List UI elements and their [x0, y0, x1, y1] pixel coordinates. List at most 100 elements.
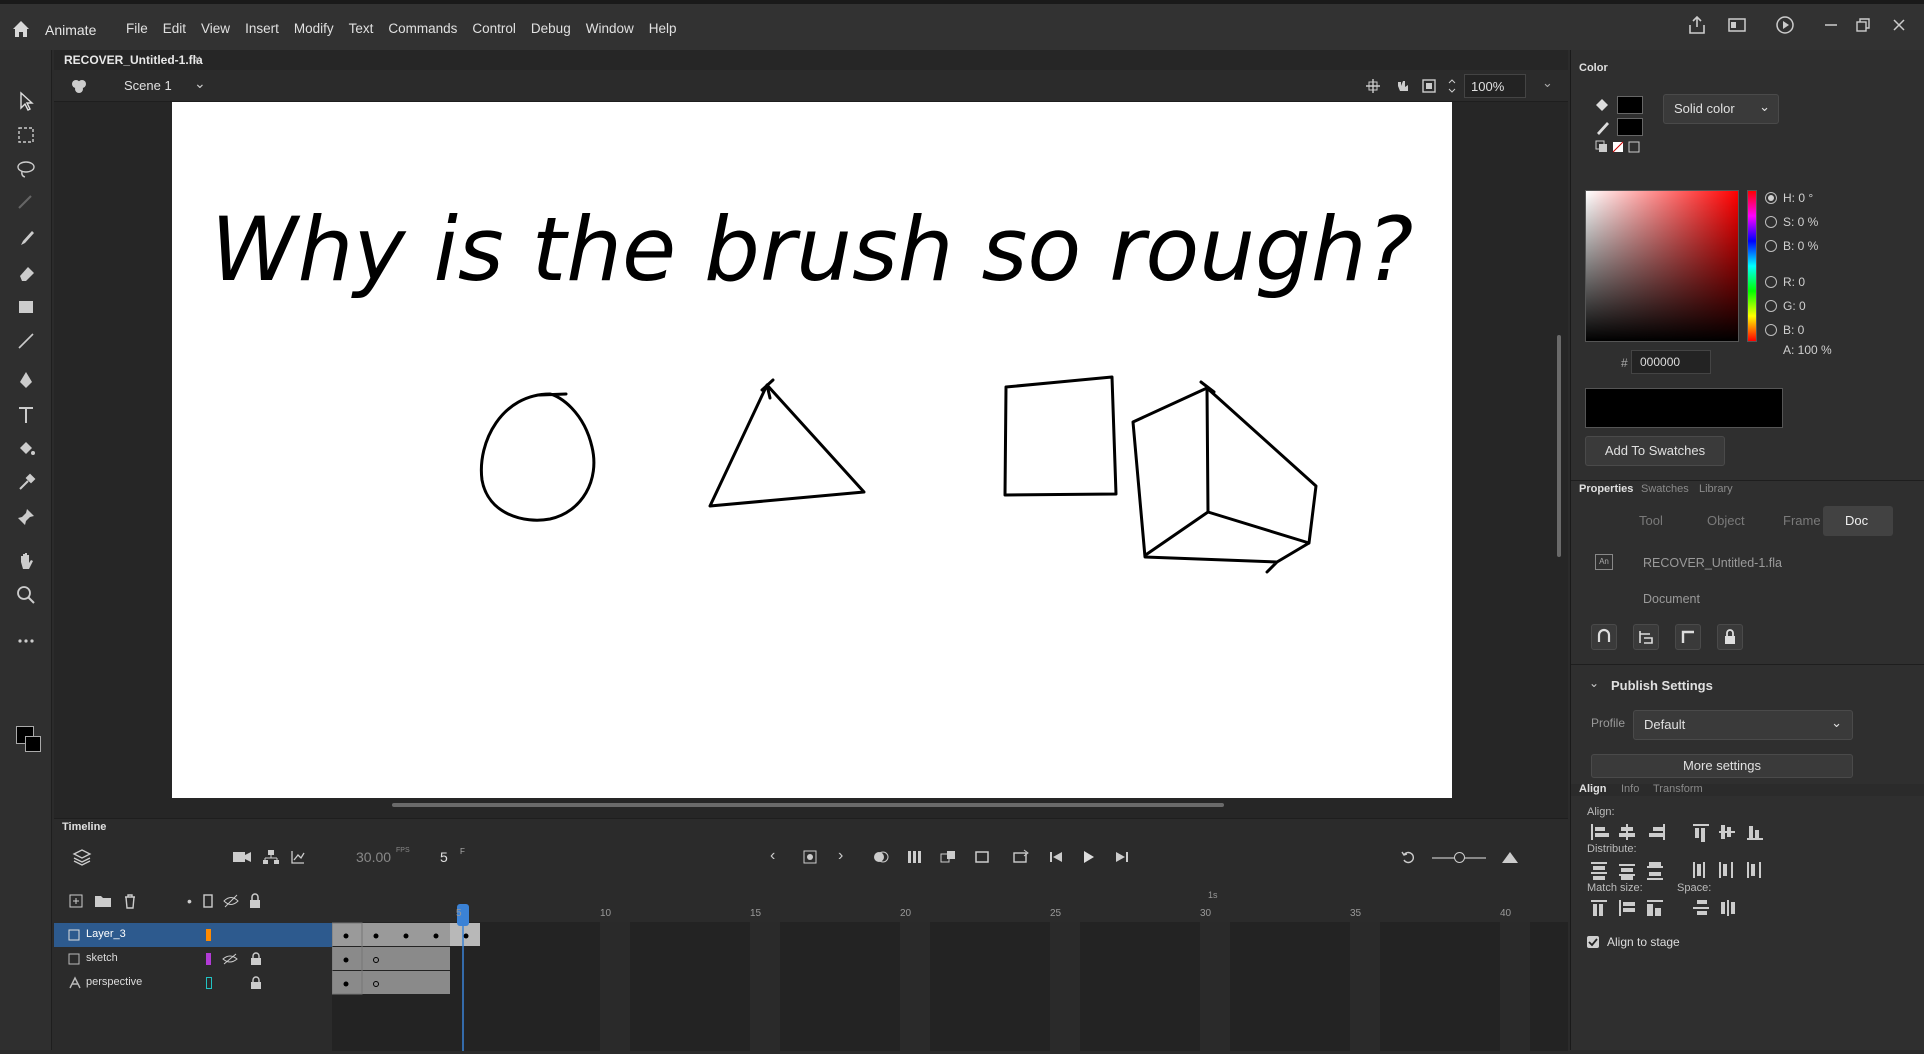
minimize-icon[interactable]: [1820, 14, 1842, 36]
menu-commands[interactable]: Commands: [388, 21, 457, 36]
subtab-frame[interactable]: Frame: [1783, 513, 1821, 528]
fill-type-dropdown[interactable]: Solid color ⌄: [1663, 94, 1779, 124]
eyedropper-tool-icon[interactable]: [13, 470, 39, 496]
paint-bucket-tool-icon[interactable]: [13, 436, 39, 462]
layer-row[interactable]: sketch: [54, 947, 332, 971]
close-icon[interactable]: [1888, 14, 1910, 36]
panel-layout-icon[interactable]: [1726, 14, 1748, 36]
play-icon[interactable]: [1080, 849, 1096, 865]
align-buttons-icon[interactable]: [1589, 822, 1789, 842]
match-size-space-buttons-icon[interactable]: [1589, 898, 1789, 918]
menu-window[interactable]: Window: [586, 21, 634, 36]
publish-settings-heading[interactable]: Publish Settings: [1611, 678, 1713, 693]
camera-icon[interactable]: [232, 849, 252, 865]
layer-row[interactable]: perspective: [54, 971, 332, 995]
color-picker-field[interactable]: [1585, 190, 1739, 342]
new-layer-icon[interactable]: [68, 893, 84, 909]
tab-info[interactable]: Info: [1621, 783, 1639, 795]
tab-transform[interactable]: Transform: [1653, 783, 1703, 795]
insert-blank-keyframe-icon[interactable]: [974, 849, 990, 865]
menu-view[interactable]: View: [201, 21, 230, 36]
pin-tool-icon[interactable]: [13, 504, 39, 530]
lock-icon[interactable]: [250, 952, 262, 966]
zoom-stepper-icon[interactable]: [1446, 75, 1458, 97]
layers-icon[interactable]: [72, 847, 92, 867]
lasso-tool-icon[interactable]: [13, 156, 39, 182]
layer-outline-marker[interactable]: [206, 977, 212, 989]
zoom-dropdown-icon[interactable]: ⌄: [1542, 75, 1553, 91]
line-tool-icon[interactable]: [13, 328, 39, 354]
blue-value[interactable]: B: 0: [1783, 323, 1804, 337]
rectangle-tool-icon[interactable]: [13, 294, 39, 320]
edit-symbols-icon[interactable]: [68, 75, 90, 97]
step-back-icon[interactable]: [1048, 849, 1064, 865]
menu-debug[interactable]: Debug: [531, 21, 571, 36]
stage-horizontal-scrollbar[interactable]: [392, 803, 1224, 807]
onion-skin-icon[interactable]: [872, 849, 890, 865]
share-icon[interactable]: [1686, 14, 1708, 36]
fill-color-chip[interactable]: [1617, 96, 1643, 114]
saturation-value[interactable]: S: 0 %: [1783, 215, 1818, 229]
red-radio[interactable]: [1765, 276, 1777, 288]
fps-value[interactable]: 30.00: [356, 849, 391, 865]
selection-tool-icon[interactable]: [13, 88, 39, 114]
layer-name[interactable]: Layer_3: [86, 928, 126, 940]
loop-icon[interactable]: [1012, 849, 1030, 865]
lock-settings-icon[interactable]: [1717, 624, 1743, 650]
hide-all-layers-icon[interactable]: [222, 893, 240, 909]
insert-keyframe-icon[interactable]: [802, 849, 818, 865]
tab-properties[interactable]: Properties: [1579, 483, 1633, 495]
snap-icon[interactable]: [1364, 77, 1382, 95]
hand-tool-icon[interactable]: [13, 548, 39, 574]
width-tool-icon[interactable]: [13, 190, 39, 216]
snap-to-objects-icon[interactable]: [1591, 624, 1617, 650]
layer-color-marker[interactable]: [206, 953, 211, 965]
lock-all-layers-icon[interactable]: [248, 893, 262, 909]
frames-grid[interactable]: 5 10 15 20 25 30 35 40 1s: [331, 890, 1568, 1051]
more-settings-button[interactable]: More settings: [1591, 754, 1853, 778]
delete-layer-icon[interactable]: [122, 893, 138, 909]
swap-default-colors-icon[interactable]: [1595, 140, 1645, 154]
eraser-tool-icon[interactable]: [13, 260, 39, 286]
hue-slider[interactable]: [1747, 190, 1757, 342]
layer-name[interactable]: perspective: [86, 976, 142, 988]
tab-swatches[interactable]: Swatches: [1641, 483, 1689, 495]
highlight-layers-icon[interactable]: •: [187, 893, 192, 909]
brightness-value[interactable]: B: 0 %: [1783, 239, 1818, 253]
fill-color-swatch[interactable]: [25, 736, 41, 752]
graph-icon[interactable]: [290, 849, 306, 865]
zoom-tool-icon[interactable]: [13, 582, 39, 608]
layer-row[interactable]: Layer_3: [54, 923, 332, 947]
layer-parenting-icon[interactable]: [262, 849, 280, 865]
outline-layers-icon[interactable]: [202, 893, 214, 909]
scene-dropdown-icon[interactable]: ⌄: [194, 75, 206, 92]
scene-name[interactable]: Scene 1: [124, 78, 172, 93]
next-keyframe-icon[interactable]: ›: [838, 847, 843, 865]
timeline-zoom-handle[interactable]: [1454, 852, 1465, 863]
menu-insert[interactable]: Insert: [245, 21, 279, 36]
align-to-stage-label[interactable]: Align to stage: [1607, 935, 1680, 949]
green-radio[interactable]: [1765, 300, 1777, 312]
add-to-swatches-button[interactable]: Add To Swatches: [1585, 436, 1725, 466]
prev-keyframe-icon[interactable]: ‹: [770, 847, 775, 865]
layer-name[interactable]: sketch: [86, 952, 118, 964]
subtab-tool[interactable]: Tool: [1639, 513, 1663, 528]
rotate-stage-icon[interactable]: [1394, 77, 1412, 95]
fill-bucket-icon[interactable]: [1593, 96, 1613, 114]
close-tab-icon[interactable]: ×: [194, 52, 201, 66]
menu-control[interactable]: Control: [472, 21, 516, 36]
hex-input[interactable]: 000000: [1631, 350, 1711, 374]
new-folder-icon[interactable]: [94, 893, 112, 909]
tab-align[interactable]: Align: [1579, 783, 1607, 795]
create-tween-icon[interactable]: [940, 849, 956, 865]
step-forward-icon[interactable]: [1114, 849, 1130, 865]
test-movie-icon[interactable]: [1774, 14, 1796, 36]
layer-color-marker[interactable]: [206, 929, 211, 941]
brush-tool-icon[interactable]: [13, 226, 39, 252]
hue-value[interactable]: H: 0 °: [1783, 191, 1813, 205]
pen-tool-icon[interactable]: [13, 368, 39, 394]
corner-guide-icon[interactable]: [1675, 624, 1701, 650]
menu-file[interactable]: File: [126, 21, 148, 36]
more-tools-icon[interactable]: [13, 628, 39, 654]
current-frame[interactable]: 5: [440, 849, 448, 865]
